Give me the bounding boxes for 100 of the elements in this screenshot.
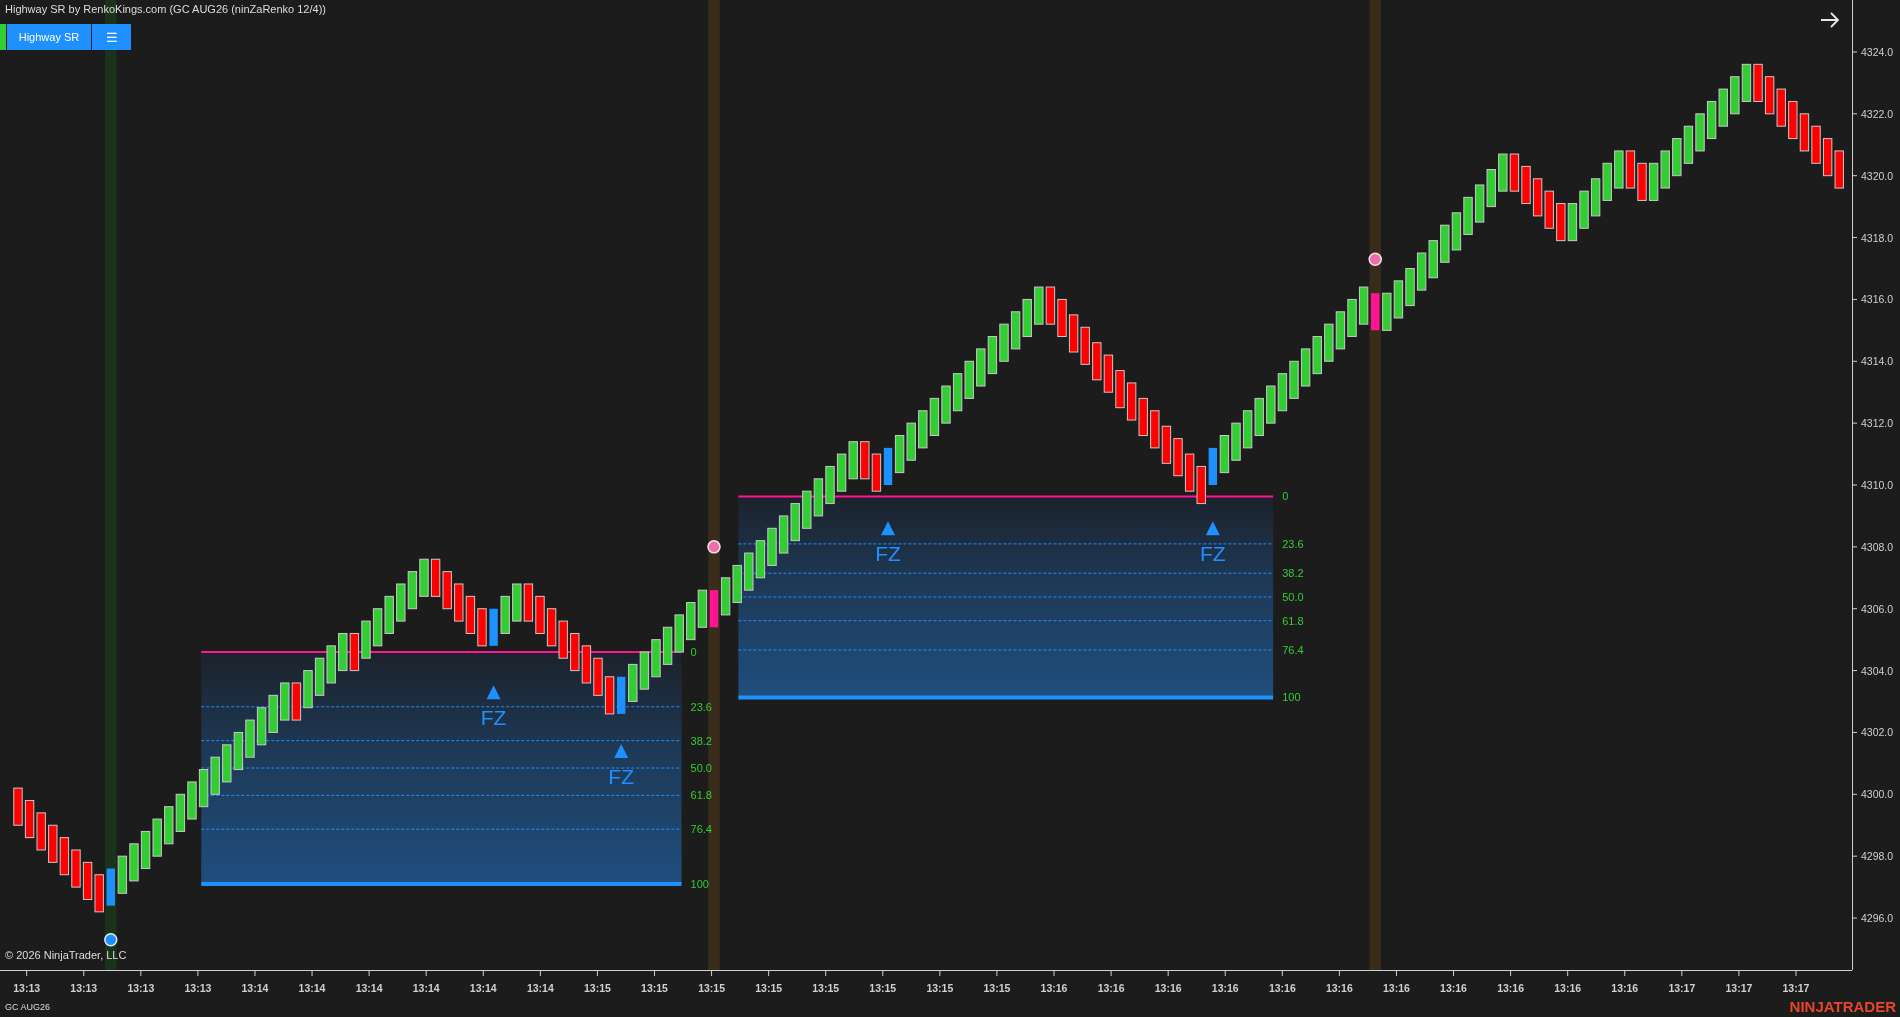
candle: [1115, 370, 1125, 409]
time-label: 13:17: [1668, 982, 1696, 994]
candle: [1045, 286, 1056, 325]
instrument-label: GC AUG26: [5, 1002, 51, 1012]
candle: [1741, 63, 1752, 102]
candle: [1254, 397, 1264, 436]
candle: [407, 571, 418, 610]
price-label: 4322.0: [1861, 107, 1894, 120]
candle: [48, 824, 58, 863]
time-label: 13:14: [241, 982, 269, 994]
candle: [349, 632, 360, 672]
candle: [1103, 354, 1114, 393]
arrow-icon[interactable]: [1820, 12, 1840, 28]
candle: [836, 453, 847, 492]
time-label: 13:14: [526, 982, 554, 994]
candle: [1532, 178, 1543, 217]
candle: [906, 422, 916, 461]
candle: [1196, 465, 1206, 505]
time-label: 13:13: [70, 982, 98, 994]
candle: [1393, 280, 1404, 319]
candle: [372, 608, 383, 647]
candle: [82, 861, 93, 900]
candle: [546, 608, 557, 647]
triangle-icon: [486, 685, 501, 700]
candle: [256, 707, 267, 746]
price-label: 4310.0: [1861, 479, 1894, 491]
candle: [13, 787, 23, 826]
candle: [894, 435, 905, 474]
price-label: 4316.0: [1861, 293, 1894, 306]
candle: [825, 465, 835, 505]
candle: [140, 830, 151, 870]
candle: [361, 620, 371, 659]
candle: [1683, 125, 1694, 164]
candle: [662, 626, 673, 665]
candle: [1811, 125, 1821, 164]
copyright-text: © 2026 NinjaTrader, LLC: [5, 949, 127, 961]
candle: [1498, 153, 1508, 192]
candle: [790, 503, 800, 542]
signal-label: FZ: [608, 765, 635, 788]
candle: [1590, 178, 1601, 217]
candle: [1358, 286, 1369, 325]
brand-logo: NINJATRADER: [1789, 998, 1896, 1015]
price-label: 4318.0: [1861, 231, 1894, 244]
candle: [1057, 298, 1067, 338]
candle: [1161, 425, 1172, 464]
status-indicator: [0, 24, 6, 50]
candle: [674, 614, 684, 653]
candle: [1718, 88, 1728, 127]
triangle-icon: [881, 521, 895, 536]
candle: [604, 676, 615, 715]
candle: [1822, 138, 1833, 177]
candle: [813, 478, 824, 517]
candle: [686, 602, 696, 641]
candle: [1428, 240, 1438, 279]
candle: [1451, 212, 1462, 251]
time-label: 13:15: [698, 982, 725, 994]
candle: [720, 577, 731, 616]
candle: [1173, 438, 1183, 477]
candle: [1776, 88, 1786, 127]
price-label: 4308.0: [1861, 540, 1894, 553]
time-label: 13:13: [184, 982, 212, 994]
candle: [1138, 397, 1148, 436]
candle: [1300, 348, 1311, 387]
time-label: 13:16: [1611, 982, 1639, 994]
fib-level-label: 61.8: [1282, 614, 1304, 627]
candle: [1788, 100, 1798, 140]
signal-label: FZ: [480, 706, 507, 730]
candle: [558, 620, 568, 659]
candle: [1799, 113, 1810, 152]
candle: [512, 583, 522, 622]
candle: [639, 651, 650, 690]
price-label: 4306.0: [1861, 602, 1894, 615]
candle: [651, 639, 661, 678]
candle: [964, 360, 974, 399]
time-label: 13:13: [127, 982, 155, 994]
candle: [1405, 268, 1415, 307]
time-label: 13:16: [1154, 982, 1182, 994]
candle: [1068, 314, 1079, 353]
time-label: 13:15: [926, 982, 954, 994]
candle: [697, 589, 708, 628]
candle: [987, 336, 998, 375]
candle: [1382, 292, 1392, 331]
candle: [732, 564, 742, 604]
candle: [1672, 138, 1682, 177]
fib-level-label: 23.6: [1282, 537, 1304, 550]
time-label: 13:16: [1440, 982, 1467, 994]
price-label: 4298.0: [1861, 850, 1894, 863]
fib-level-label: 76.4: [690, 823, 712, 836]
signal-dot: [104, 932, 118, 947]
candle: [1695, 113, 1705, 152]
time-label: 13:15: [869, 982, 897, 994]
indicator-button[interactable]: Highway SR: [7, 24, 91, 50]
fib-level-label: 38.2: [1282, 567, 1304, 580]
signal-label: FZ: [1200, 542, 1226, 566]
time-label: 13:15: [584, 982, 611, 994]
candle: [129, 843, 139, 882]
fib-level-label: 61.8: [690, 789, 712, 802]
menu-button[interactable]: ☰: [92, 24, 131, 50]
candle: [117, 855, 128, 894]
fib-level-label: 100: [690, 878, 709, 890]
